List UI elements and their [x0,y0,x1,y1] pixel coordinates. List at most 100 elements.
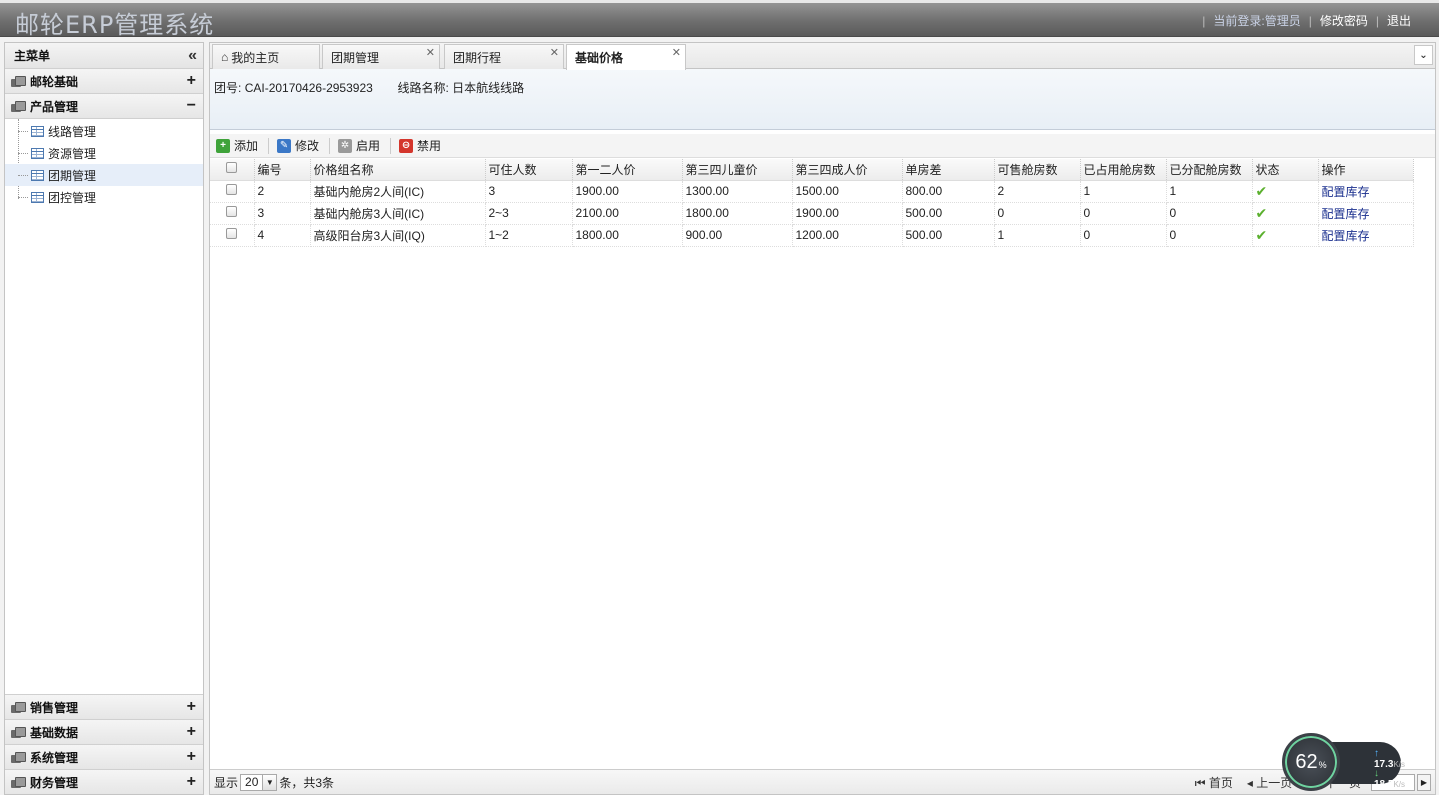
cell-saleable: 2 [994,180,1081,203]
checkbox[interactable] [226,162,238,174]
cell-child-price: 1300.00 [682,180,793,203]
checkbox[interactable] [226,228,238,239]
folder-stack-icon [11,100,26,112]
toolbar-divider [390,137,392,154]
first-page-icon: ⏮ [1194,775,1206,790]
network-speed-widget[interactable]: ↑ 17.3K/s ↓ 18.5K/s 62% [1282,733,1405,793]
close-icon[interactable]: ✕ [550,46,559,59]
logout-link[interactable]: 退出 [1387,12,1411,29]
checkbox[interactable] [226,206,238,217]
column-header[interactable]: 价格组名称 [310,159,486,181]
table-row[interactable]: 3 基础内舱房3人间(IC) 2~3 2100.00 1800.00 1900.… [210,202,1414,225]
cell-price-group: 基础内舱房3人间(IC) [310,202,486,225]
cell-price-1-2: 2100.00 [572,202,683,225]
column-header[interactable]: 第一二人价 [572,159,683,181]
sidebar-item-resource-management[interactable]: 资源管理 [5,142,203,164]
expand-plus-icon[interactable]: + [187,774,196,790]
first-page-button[interactable]: ⏮ 首页 [1195,774,1233,791]
group-label-wrap: 邮轮基础 [11,73,78,90]
sidebar-item-label: 团期管理 [48,168,97,183]
tab-group-itinerary[interactable]: 团期行程 ✕ [444,44,564,69]
row-checkbox-cell[interactable] [210,224,255,247]
close-icon[interactable]: ✕ [672,46,681,59]
group-label: 财务管理 [30,775,79,790]
sidebar-group-cruise-basic[interactable]: 邮轮基础 + [5,69,203,94]
folder-stack-icon [11,776,26,788]
select-all-checkbox-cell[interactable] [210,159,255,181]
toolbar: + 添加 ✎ 修改 ✲ 启用 ⊖ 禁用 [210,134,1435,158]
table-row[interactable]: 2 基础内舱房2人间(IC) 3 1900.00 1300.00 1500.00… [210,180,1414,203]
folder-stack-icon [11,75,26,87]
sidebar-item-label: 线路管理 [48,124,97,139]
cell-capacity: 1~2 [485,224,573,247]
sidebar-group-sales[interactable]: 销售管理 + [5,694,203,719]
sidebar-item-group-schedule[interactable]: 团期管理 [5,164,203,186]
cell-allocated: 0 [1166,224,1253,247]
play-right-icon[interactable]: ▶ [1417,773,1431,791]
memory-usage-gauge[interactable]: 62% [1282,733,1340,791]
sidebar-bottom-groups: 销售管理 + 基础数据 + 系统管理 + 财务管理 + [5,694,203,794]
sidebar-group-system[interactable]: 系统管理 + [5,744,203,769]
cell-id: 2 [254,180,311,203]
prev-page-icon: ◂ [1246,775,1253,790]
cell-action: 配置库存 [1318,180,1414,203]
tab-base-price[interactable]: 基础价格 ✕ [566,44,686,70]
sidebar-item-route-management[interactable]: 线路管理 [5,120,203,142]
edit-button[interactable]: ✎ 修改 [277,137,325,154]
tab-home[interactable]: ⌂ 我的主页 [212,44,320,69]
enable-label: 启用 [356,139,381,153]
sidebar-group-finance[interactable]: 财务管理 + [5,769,203,794]
enable-button[interactable]: ✲ 启用 [338,137,386,154]
cell-occupied: 0 [1080,224,1167,247]
sidebar-item-group-control[interactable]: 团控管理 [5,186,203,208]
checkbox[interactable] [226,184,238,195]
column-header[interactable]: 编号 [254,159,311,181]
table-row[interactable]: 4 高级阳台房3人间(IQ) 1~2 1800.00 900.00 1200.0… [210,224,1414,247]
pager-show-label: 显示 [214,775,239,790]
column-header[interactable]: 已占用舱房数 [1080,159,1167,181]
chevron-down-icon[interactable]: ▼ [262,774,277,790]
configure-inventory-link[interactable]: 配置库存 [1322,185,1370,199]
add-button[interactable]: + 添加 [216,137,264,154]
expand-plus-icon[interactable]: + [187,749,196,765]
column-header[interactable]: 操作 [1318,159,1414,181]
column-header[interactable]: 第三四儿童价 [682,159,793,181]
configure-inventory-link[interactable]: 配置库存 [1322,229,1370,243]
cell-child-price: 900.00 [682,224,793,247]
expand-plus-icon[interactable]: + [187,724,196,740]
cell-id: 3 [254,202,311,225]
separator: | [1202,13,1206,28]
column-header[interactable]: 第三四成人价 [792,159,903,181]
double-chevron-left-icon[interactable]: « [188,47,197,65]
expand-plus-icon[interactable]: + [187,699,196,715]
page-size-value: 20 [245,775,259,789]
close-icon[interactable]: ✕ [426,46,435,59]
usage-percent: 62 [1295,750,1318,773]
change-password-link[interactable]: 修改密码 [1320,12,1368,29]
tab-label: 我的主页 [231,50,280,65]
sidebar-group-base-data[interactable]: 基础数据 + [5,719,203,744]
page-size-select[interactable]: 20 ▼ [240,773,278,791]
tab-group-schedule[interactable]: 团期管理 ✕ [322,44,440,69]
disable-button[interactable]: ⊖ 禁用 [399,137,447,154]
collapse-minus-icon[interactable]: − [187,98,196,114]
toolbar-divider [268,137,270,154]
cell-price-1-2: 1900.00 [572,180,683,203]
column-header[interactable]: 单房差 [902,159,995,181]
price-grid: 编号 价格组名称 可住人数 第一二人价 第三四儿童价 第三四成人价 单房差 可售… [210,159,1435,247]
table-icon [31,125,44,137]
tab-label: 团期行程 [453,50,502,65]
first-page-label: 首页 [1208,775,1233,790]
row-checkbox-cell[interactable] [210,202,255,225]
table-icon [31,147,44,159]
column-header[interactable]: 可售舱房数 [994,159,1081,181]
column-header[interactable]: 已分配舱房数 [1166,159,1253,181]
cell-id: 4 [254,224,311,247]
column-header[interactable]: 状态 [1252,159,1319,181]
chevron-down-icon[interactable]: ⌄ [1414,45,1433,65]
expand-plus-icon[interactable]: + [187,73,196,89]
row-checkbox-cell[interactable] [210,180,255,203]
column-header[interactable]: 可住人数 [485,159,573,181]
sidebar-group-product[interactable]: 产品管理 − [5,94,203,119]
configure-inventory-link[interactable]: 配置库存 [1322,207,1370,221]
